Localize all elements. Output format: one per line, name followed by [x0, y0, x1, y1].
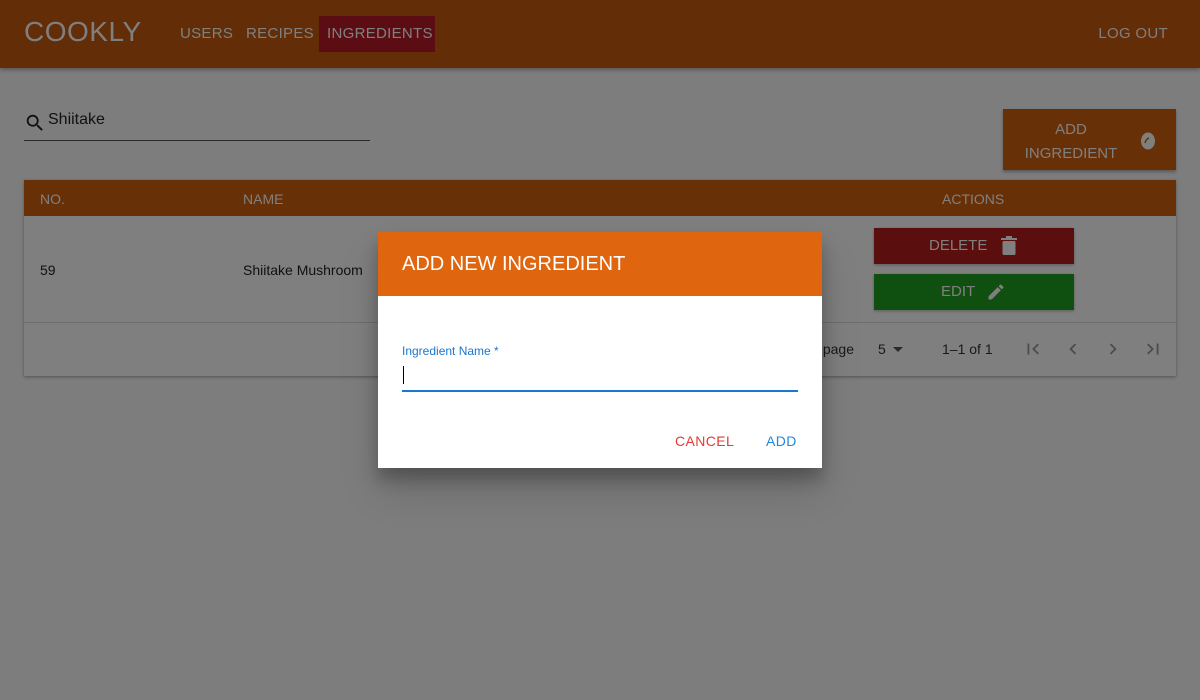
add-ingredient-dialog: ADD NEW INGREDIENT Ingredient Name * CAN…	[378, 232, 822, 468]
dialog-header: ADD NEW INGREDIENT	[378, 232, 822, 296]
dialog-title: ADD NEW INGREDIENT	[402, 253, 626, 275]
ingredient-name-field[interactable]	[402, 362, 798, 392]
ingredient-name-input[interactable]	[402, 364, 798, 390]
cancel-button[interactable]: CANCEL	[675, 433, 734, 449]
ingredient-name-label: Ingredient Name *	[402, 344, 499, 358]
text-cursor	[403, 366, 404, 384]
add-button[interactable]: ADD	[766, 433, 797, 449]
